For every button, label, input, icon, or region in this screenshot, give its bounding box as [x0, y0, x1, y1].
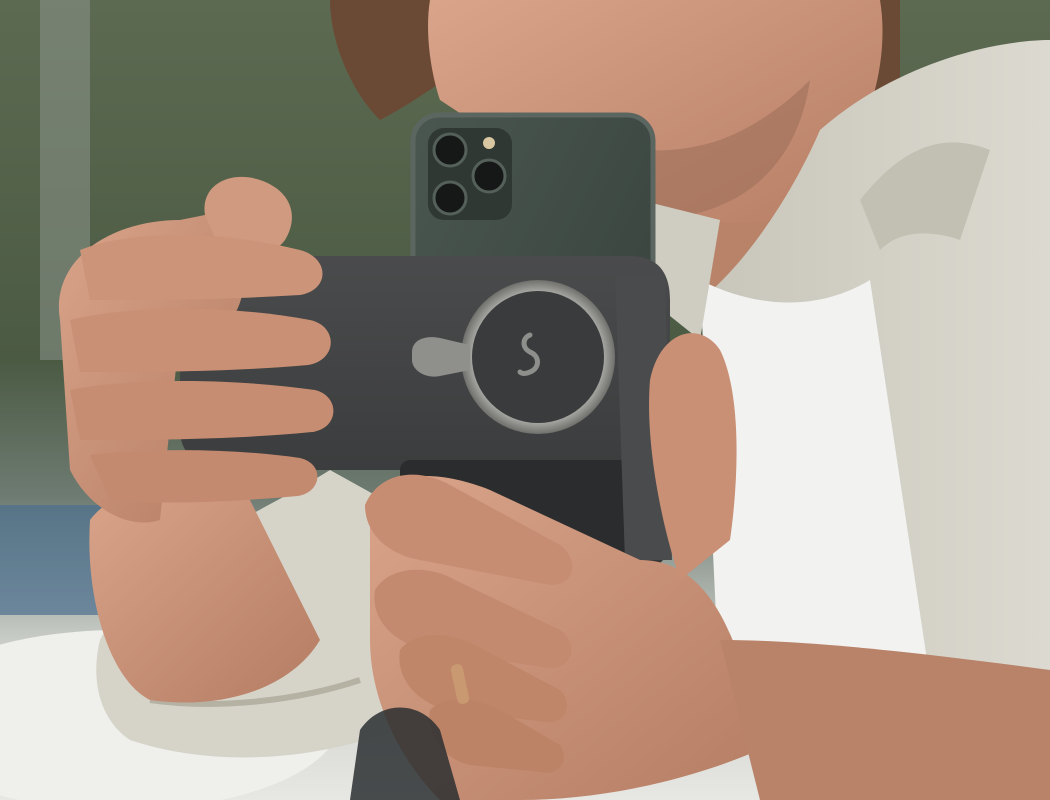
right-forearm	[720, 640, 1050, 800]
photo-scene	[0, 0, 1050, 800]
mount-tab	[412, 337, 470, 377]
photo-illustration	[0, 0, 1050, 800]
